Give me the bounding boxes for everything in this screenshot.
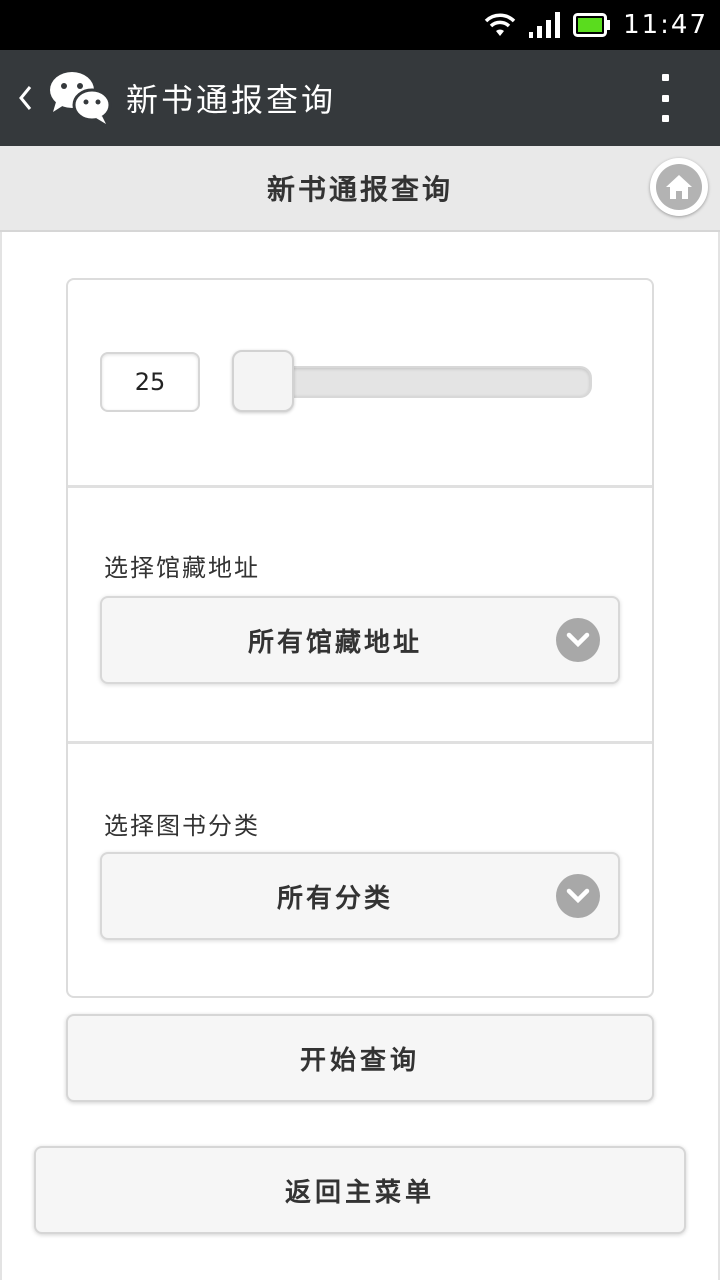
category-select-value: 所有分类 [276, 883, 393, 914]
chevron-down-icon [556, 874, 600, 918]
home-button[interactable] [650, 158, 708, 216]
home-icon [656, 164, 702, 210]
battery-icon [573, 13, 611, 37]
status-bar: 11:47 [0, 0, 720, 50]
category-select[interactable]: 所有分类 [100, 852, 620, 940]
chevron-down-icon [556, 618, 600, 662]
back-chevron-icon[interactable] [18, 83, 38, 113]
count-input[interactable]: 25 [100, 352, 200, 412]
wifi-icon [484, 13, 516, 36]
location-label: 选择馆藏地址 [104, 554, 260, 582]
signal-icon [529, 12, 561, 38]
page-title: 新书通报查询 [266, 173, 453, 206]
back-to-menu-button[interactable]: 返回主菜单 [34, 1146, 686, 1234]
wechat-icon [50, 72, 112, 124]
start-query-button[interactable]: 开始查询 [66, 1014, 654, 1102]
app-header: 新书通报查询 [0, 50, 720, 146]
count-slider-section: 25 [68, 280, 652, 488]
more-menu-icon[interactable] [650, 74, 680, 122]
location-select[interactable]: 所有馆藏地址 [100, 596, 620, 684]
page-title-bar: 新书通报查询 [0, 146, 720, 232]
location-select-value: 所有馆藏地址 [247, 627, 422, 658]
status-time: 11:47 [623, 10, 708, 40]
count-slider-handle[interactable] [232, 350, 294, 412]
location-section: 选择馆藏地址 所有馆藏地址 [68, 488, 652, 744]
app-title: 新书通报查询 [126, 81, 337, 119]
category-label: 选择图书分类 [104, 812, 260, 840]
category-section: 选择图书分类 所有分类 [68, 744, 652, 998]
query-form-card: 25 选择馆藏地址 所有馆藏地址 选择图书分类 所有分类 [66, 278, 654, 998]
